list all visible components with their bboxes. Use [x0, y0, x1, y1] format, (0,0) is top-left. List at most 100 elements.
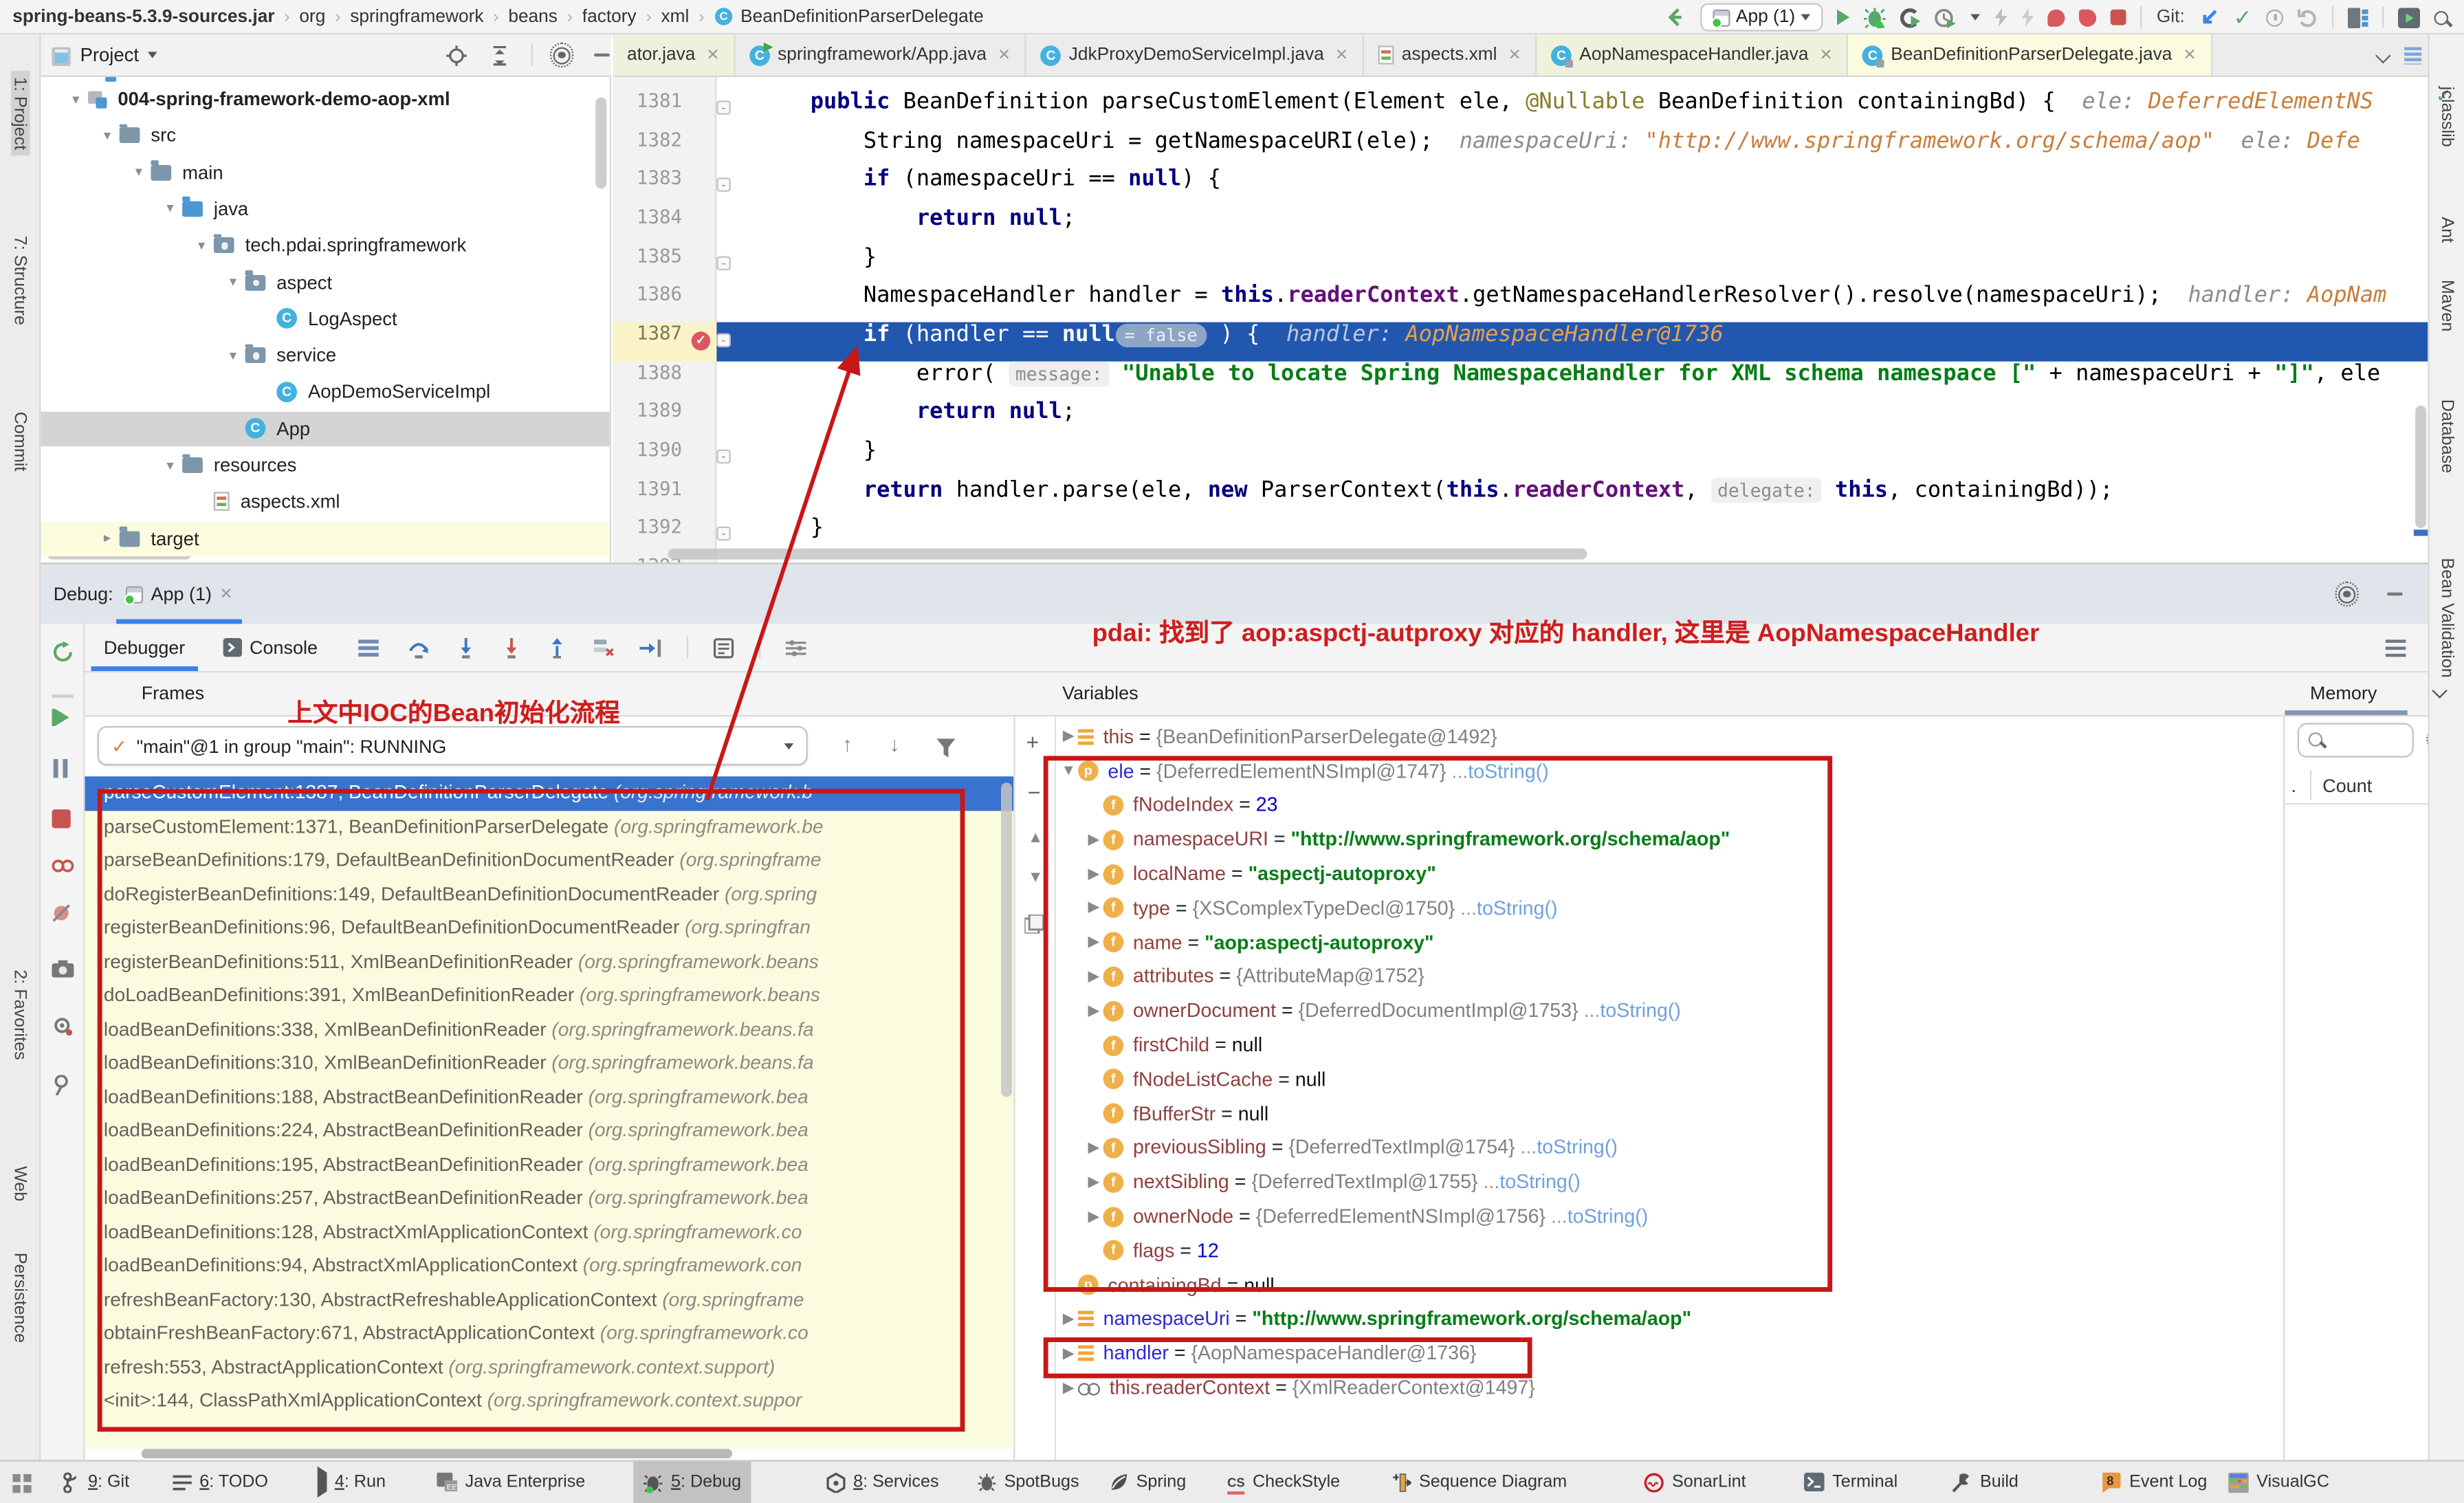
- sidebar-item-persistence[interactable]: Persistence: [10, 1253, 29, 1343]
- fold-marker-icon[interactable]: -: [716, 255, 731, 270]
- pin-tab-icon[interactable]: [52, 1073, 70, 1096]
- gutter-line-1391[interactable]: 1391: [613, 477, 716, 516]
- tree-arrow-icon[interactable]: ▶: [1084, 968, 1103, 985]
- tree-arrow-icon[interactable]: ▾: [230, 274, 245, 291]
- tab-console[interactable]: Console: [204, 624, 337, 671]
- run-button[interactable]: [1837, 9, 1851, 25]
- editor-tab[interactable]: C AopNamespaceHandler.java ✕: [1537, 34, 1849, 76]
- fold-marker-icon[interactable]: -: [716, 177, 731, 193]
- statusbar-item-event-log[interactable]: 8 Event Log: [2090, 1462, 2216, 1503]
- tostring-link[interactable]: toString(): [1468, 760, 1548, 782]
- tree-arrow-icon[interactable]: ▶: [1084, 831, 1103, 848]
- editor-tab[interactable]: ator.java ✕: [613, 34, 736, 76]
- pause-button[interactable]: [52, 756, 69, 778]
- gutter-line-1383[interactable]: 1383-: [613, 167, 731, 206]
- frame-row[interactable]: loadBeanDefinitions:224, AbstractBeanDef…: [85, 1115, 1013, 1148]
- variable-row-localName[interactable]: ▶ f localName = "aspectj-autoproxy": [1059, 857, 2284, 891]
- move-down-icon[interactable]: ▼: [1028, 869, 1044, 886]
- tostring-link[interactable]: toString(): [1499, 1171, 1581, 1193]
- sidebar-item-ant[interactable]: Ant: [2437, 217, 2456, 243]
- frames-horizontal-scrollbar[interactable]: [141, 1449, 733, 1459]
- variable-row-ownerNode[interactable]: ▶ f ownerNode = {DeferredElementNSImpl@175…: [1059, 1199, 2284, 1233]
- variable-row-fNodeIndex[interactable]: f fNodeIndex = 23: [1059, 788, 2284, 822]
- hide-debug-panel-icon[interactable]: [2386, 592, 2403, 596]
- sidebar-item-1-project[interactable]: 1: Project: [10, 70, 30, 157]
- statusbar-item-sonarlint[interactable]: SonarLint: [1634, 1462, 1755, 1503]
- fold-marker-icon[interactable]: -: [716, 333, 731, 347]
- sidebar-item-maven[interactable]: Maven: [2437, 280, 2456, 331]
- fold-marker-icon[interactable]: -: [716, 100, 731, 115]
- sidebar-item-7-structure[interactable]: 7: Structure: [10, 236, 29, 325]
- debug-session-tab[interactable]: App (1) ✕: [113, 564, 245, 624]
- undo-icon[interactable]: [2297, 6, 2318, 29]
- frame-row[interactable]: refreshBeanFactory:130, AbstractRefresha…: [85, 1283, 1013, 1317]
- variable-row-ele[interactable]: ▼ p ele = {DeferredElementNSImpl@1747} ...…: [1059, 754, 2284, 789]
- gutter-line-1388[interactable]: 1388: [613, 361, 716, 399]
- variable-row-fBufferStr[interactable]: f fBufferStr = null: [1059, 1097, 2284, 1131]
- debug-settings-gear-icon[interactable]: [2335, 582, 2360, 606]
- filter-frames-icon[interactable]: [936, 736, 956, 758]
- sidebar-item-web[interactable]: Web: [10, 1166, 29, 1201]
- add-watch-icon[interactable]: +: [1026, 729, 1040, 755]
- tree-item-004-spring-framework-demo-aop-xml[interactable]: ▾ 004-spring-framework-demo-aop-xml: [41, 82, 609, 116]
- frame-row[interactable]: refresh:553, AbstractApplicationContext …: [85, 1351, 1013, 1385]
- statusbar-item-checkstyle[interactable]: CS CheckStyle: [1218, 1462, 1349, 1503]
- close-icon[interactable]: ✕: [1508, 46, 1521, 63]
- thread-selector[interactable]: ✓ "main"@1 in group "main": RUNNING: [97, 725, 808, 766]
- tree-item-aspect[interactable]: ▾ aspect: [41, 265, 609, 299]
- gutter-line-1390[interactable]: 1390-: [613, 438, 731, 476]
- tree-item-aspects-xml[interactable]: aspects.xml: [41, 485, 609, 519]
- step-into-icon[interactable]: [456, 636, 476, 659]
- gutter-line-1389[interactable]: 1389: [613, 399, 716, 438]
- variable-row-containingBd[interactable]: p containingBd = null: [1059, 1268, 2284, 1302]
- tree-arrow-icon[interactable]: ▾: [166, 457, 182, 474]
- variable-row-previousSibling[interactable]: ▶ f previousSibling = {DeferredTextImpl@17…: [1059, 1131, 2284, 1165]
- tree-item-service[interactable]: ▾ service: [41, 338, 609, 373]
- view-breakpoints-button[interactable]: [52, 853, 74, 875]
- frame-row[interactable]: loadBeanDefinitions:195, AbstractBeanDef…: [85, 1148, 1013, 1182]
- breadcrumb-class-item[interactable]: BeanDefinitionParserDelegate: [740, 7, 984, 25]
- statusbar-item-spotbugs[interactable]: SpotBugs: [968, 1462, 1088, 1503]
- variable-row-type[interactable]: ▶ f type = {XSComplexTypeDecl@1750} ... to…: [1059, 891, 2284, 925]
- screenshot-button[interactable]: [52, 957, 74, 979]
- frame-row[interactable]: parseCustomElement:1371, BeanDefinitionP…: [85, 810, 1013, 844]
- search-everywhere-icon[interactable]: [2434, 10, 2449, 25]
- fold-marker-icon[interactable]: -: [716, 527, 731, 541]
- stop-button[interactable]: [2111, 9, 2127, 25]
- tree-arrow-icon[interactable]: ▶: [1059, 1345, 1078, 1362]
- locate-file-icon[interactable]: [446, 44, 467, 67]
- back-arrow-icon[interactable]: [1664, 6, 1686, 29]
- gutter-line-1384[interactable]: 1384: [613, 206, 716, 244]
- move-up-icon[interactable]: ▲: [1028, 830, 1044, 847]
- frame-row[interactable]: registerBeanDefinitions:96, DefaultBeanD…: [85, 912, 1013, 945]
- breadcrumb-item[interactable]: spring-beans-5.3.9-sources.jar: [12, 7, 274, 25]
- stop-button[interactable]: [52, 807, 71, 829]
- editor-vertical-scrollbar[interactable]: [2415, 405, 2427, 528]
- layout-windows-icon[interactable]: [2347, 6, 2368, 29]
- run-to-cursor-icon[interactable]: [639, 636, 662, 659]
- tree-arrow-icon[interactable]: ▾: [198, 237, 214, 254]
- sidebar-item-bean-validation[interactable]: Bean Validation: [2437, 558, 2456, 677]
- variable-row-name[interactable]: ▶ f name = "aop:aspectj-autoproxy": [1059, 925, 2284, 960]
- run-configuration-select[interactable]: App (1): [1700, 3, 1824, 32]
- tostring-link[interactable]: toString(): [1568, 1205, 1649, 1227]
- tree-arrow-icon[interactable]: ▶: [1059, 1379, 1078, 1396]
- frame-row[interactable]: loadBeanDefinitions:257, AbstractBeanDef…: [85, 1182, 1013, 1216]
- variable-row-nextSibling[interactable]: ▶ f nextSibling = {DeferredTextImpl@1755} …: [1059, 1165, 2284, 1200]
- layout-settings-icon[interactable]: [786, 637, 806, 659]
- breadcrumb-item[interactable]: xml: [661, 7, 689, 25]
- mute-breakpoints-button[interactable]: [52, 901, 70, 923]
- force-step-into-icon[interactable]: [501, 636, 522, 659]
- tree-arrow-icon[interactable]: ▾: [166, 200, 182, 217]
- fold-marker-icon[interactable]: -: [716, 449, 731, 463]
- frames-vertical-scrollbar[interactable]: [1000, 782, 1012, 1097]
- tree-arrow-icon[interactable]: ▶: [1084, 865, 1103, 882]
- sidebar-item-2-favorites[interactable]: 2: Favorites: [10, 969, 29, 1060]
- frame-row[interactable]: loadBeanDefinitions:310, XmlBeanDefiniti…: [85, 1046, 1013, 1080]
- tree-arrow-icon[interactable]: ▾: [230, 347, 245, 364]
- debugger-settings-gear-icon[interactable]: [52, 1013, 73, 1037]
- close-icon[interactable]: ✕: [706, 46, 719, 63]
- statusbar-item-terminal[interactable]: Terminal: [1794, 1462, 1907, 1503]
- tostring-link[interactable]: toString(): [1600, 1000, 1681, 1022]
- tree-item-target[interactable]: ▸ target: [41, 520, 610, 556]
